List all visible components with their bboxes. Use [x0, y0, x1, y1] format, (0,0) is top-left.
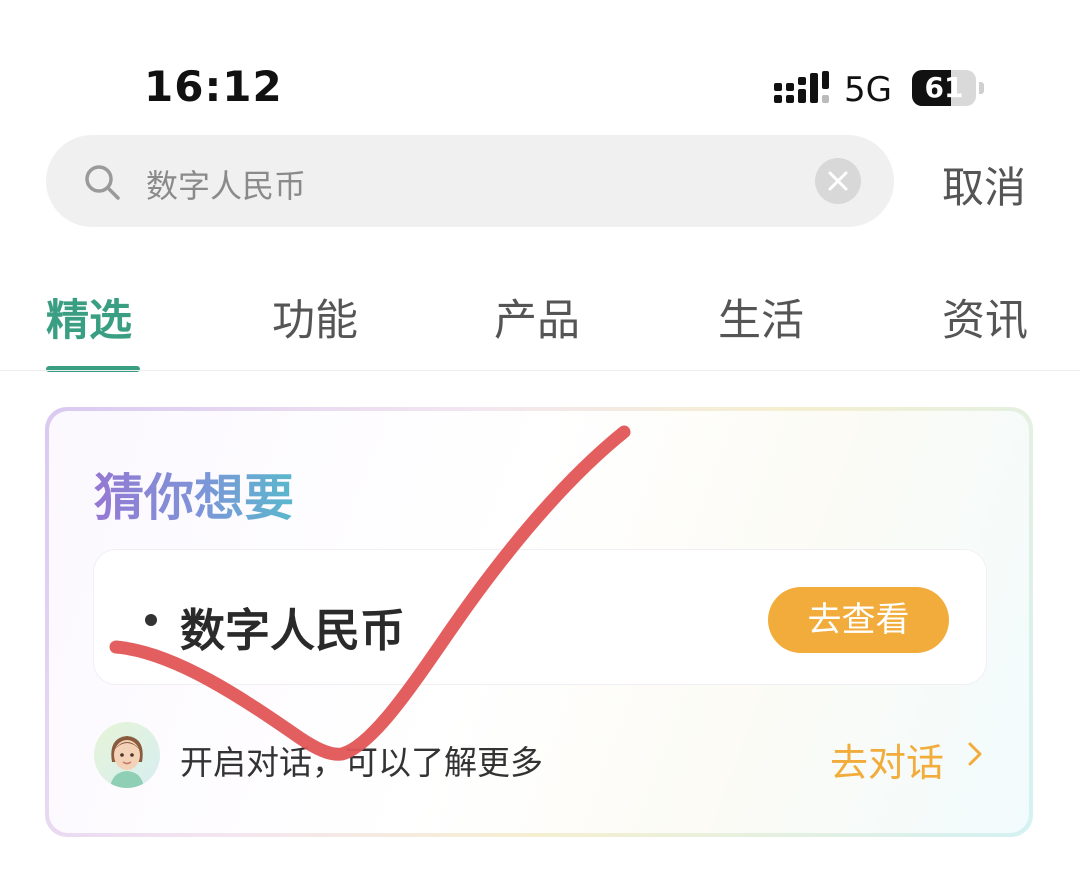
guess-card-title: 猜你想要	[94, 458, 294, 530]
status-bar: 16:12 5G 61	[0, 0, 1080, 120]
search-icon	[85, 165, 120, 200]
tabs-divider	[0, 370, 1080, 371]
status-time: 16:12	[144, 62, 283, 111]
clear-icon[interactable]	[815, 158, 861, 204]
battery-percent: 61	[924, 71, 964, 104]
bullet-dot	[145, 614, 157, 626]
cancel-button[interactable]: 取消	[942, 154, 1026, 215]
suggestion-text[interactable]: 数字人民币	[180, 594, 405, 659]
network-type: 5G	[844, 70, 892, 110]
signal-icon	[774, 71, 829, 103]
chevron-right-icon[interactable]	[962, 738, 988, 770]
search-query[interactable]: 数字人民币	[146, 161, 306, 207]
start-dialog-link[interactable]: 去对话	[830, 732, 944, 787]
view-button[interactable]: 去查看	[768, 587, 949, 653]
battery-icon: 61	[912, 70, 976, 106]
tab-products[interactable]: 产品	[494, 286, 580, 348]
tab-featured[interactable]: 精选	[46, 286, 132, 348]
tab-active-indicator	[46, 366, 140, 372]
battery-cap	[979, 82, 984, 94]
tab-life[interactable]: 生活	[718, 286, 804, 348]
category-tabs: 精选 功能 产品 生活 资讯	[0, 270, 1080, 372]
tab-news[interactable]: 资讯	[942, 286, 1028, 348]
avatar-icon	[94, 722, 160, 788]
dialog-prompt: 开启对话，可以了解更多	[180, 743, 543, 782]
tab-functions[interactable]: 功能	[272, 286, 358, 348]
